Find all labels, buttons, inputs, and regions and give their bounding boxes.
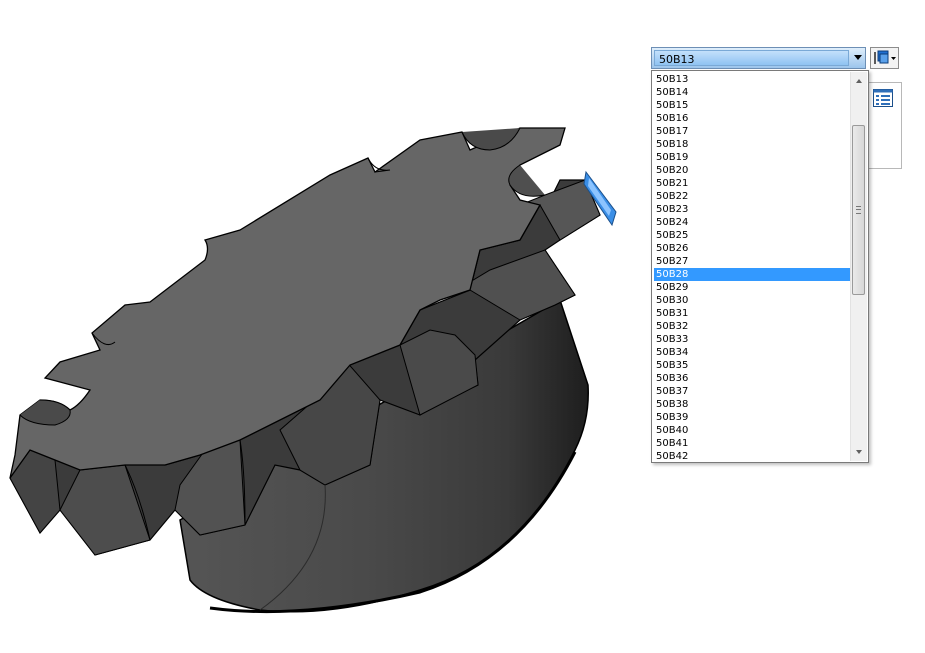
size-option-item[interactable]: 50B21 bbox=[654, 177, 850, 190]
dropdown-scrollbar[interactable] bbox=[850, 72, 867, 461]
size-option-item[interactable]: 50B20 bbox=[654, 164, 850, 177]
size-option-item[interactable]: 50B37 bbox=[654, 385, 850, 398]
size-option-item[interactable]: 50B38 bbox=[654, 398, 850, 411]
grip-icon bbox=[856, 206, 861, 214]
display-style-button[interactable] bbox=[870, 47, 899, 69]
size-combo-field[interactable]: 50B13 bbox=[654, 50, 849, 66]
size-option-item[interactable]: 50B16 bbox=[654, 112, 850, 125]
size-option-item[interactable]: 50B31 bbox=[654, 307, 850, 320]
size-option-item[interactable]: 50B33 bbox=[654, 333, 850, 346]
size-option-item[interactable]: 50B24 bbox=[654, 216, 850, 229]
size-option-item[interactable]: 50B30 bbox=[654, 294, 850, 307]
property-panel bbox=[866, 82, 902, 169]
size-option-item[interactable]: 50B13 bbox=[654, 73, 850, 86]
size-option-item[interactable]: 50B15 bbox=[654, 99, 850, 112]
size-option-item[interactable]: 50B29 bbox=[654, 281, 850, 294]
size-option-item[interactable]: 50B27 bbox=[654, 255, 850, 268]
size-option-item[interactable]: 50B17 bbox=[654, 125, 850, 138]
size-option-item[interactable]: 50B22 bbox=[654, 190, 850, 203]
size-combo-box[interactable]: 50B13 bbox=[651, 47, 866, 69]
size-option-item[interactable]: 50B23 bbox=[654, 203, 850, 216]
size-option-item[interactable]: 50B40 bbox=[654, 424, 850, 437]
size-option-item[interactable]: 50B18 bbox=[654, 138, 850, 151]
size-option-item[interactable]: 50B36 bbox=[654, 372, 850, 385]
size-option-item[interactable]: 50B26 bbox=[654, 242, 850, 255]
scrollbar-thumb[interactable] bbox=[852, 125, 865, 295]
size-option-item[interactable]: 50B41 bbox=[654, 437, 850, 450]
size-option-item[interactable]: 50B42 bbox=[654, 450, 850, 460]
property-list-icon[interactable] bbox=[873, 89, 893, 107]
scroll-up-icon[interactable] bbox=[856, 79, 862, 83]
scroll-down-icon[interactable] bbox=[856, 450, 862, 454]
size-option-item[interactable]: 50B39 bbox=[654, 411, 850, 424]
size-option-item[interactable]: 50B32 bbox=[654, 320, 850, 333]
size-combo-value: 50B13 bbox=[659, 53, 695, 66]
size-option-item[interactable]: 50B14 bbox=[654, 86, 850, 99]
size-dropdown-list[interactable]: 50B13 50B14 50B15 50B16 50B17 50B18 50B19 50B20… bbox=[651, 70, 869, 463]
size-option-item[interactable]: 50B19 bbox=[654, 151, 850, 164]
size-options-list[interactable]: 50B13 50B14 50B15 50B16 50B17 50B18 50B19 50B20… bbox=[654, 73, 850, 460]
size-option-item[interactable]: 50B35 bbox=[654, 359, 850, 372]
chevron-down-icon[interactable] bbox=[854, 55, 862, 60]
size-option-item[interactable]: 50B28 bbox=[654, 268, 850, 281]
display-style-icon bbox=[874, 50, 896, 64]
size-option-item[interactable]: 50B34 bbox=[654, 346, 850, 359]
size-option-item[interactable]: 50B25 bbox=[654, 229, 850, 242]
